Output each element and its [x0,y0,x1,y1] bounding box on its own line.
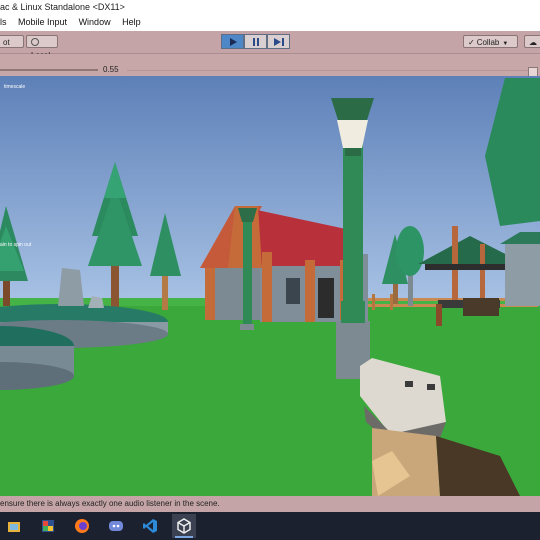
pivot-label: ot [3,38,10,47]
taskbar-firefox[interactable] [70,514,94,538]
menu-bar: ls Mobile Input Window Help [0,14,540,31]
firefox-icon [75,519,89,533]
globe-icon [31,38,39,46]
game-scene [0,76,540,496]
discord-icon [109,521,123,531]
window-title: ac & Linux Standalone <DX11> [0,2,125,12]
taskbar-unity[interactable] [172,514,196,538]
chevron-down-icon: ▼ [502,41,509,47]
step-icon [273,37,284,46]
taskbar [0,512,540,540]
play-icon [229,37,237,46]
game-view-header: 0.55 [0,54,540,77]
step-button[interactable] [267,34,290,49]
cloud-icon: ☁ [529,38,537,47]
hint-overlay: ain to spin out [0,242,32,248]
taskbar-file-explorer[interactable] [2,514,26,538]
collab-label: Collab [476,38,500,47]
unity-icon [177,518,191,534]
status-bar: ensure there is always exactly one audio… [0,496,540,512]
pivot-toggle[interactable]: ot [0,35,24,48]
timescale-slider[interactable] [0,69,98,71]
cloud-button[interactable]: ☁ [524,35,540,48]
taskbar-vscode[interactable] [138,514,162,538]
paint-icon [42,520,54,532]
header-divider [127,70,530,71]
pause-button[interactable] [244,34,267,49]
status-message: ensure there is always exactly one audio… [0,499,220,508]
window-titlebar: ac & Linux Standalone <DX11> [0,0,540,14]
menu-item-mobile-input[interactable]: Mobile Input [18,14,67,31]
local-toggle[interactable]: Local [26,35,58,60]
check-icon: ✓ [468,38,475,47]
menu-item-help[interactable]: Help [122,14,141,31]
menu-item-window[interactable]: Window [79,14,111,31]
toolbar: ot Local ✓Collab▼ ☁ [0,31,540,60]
stone [58,268,84,306]
game-viewport[interactable]: timescale ain to spin out [0,76,540,496]
collab-dropdown[interactable]: ✓ Collab ▼ [463,35,518,48]
vscode-icon [143,519,157,533]
pause-icon [252,37,259,46]
play-button[interactable] [221,34,244,49]
active-indicator [175,536,193,538]
timescale-overlay: timescale [4,84,26,90]
taskbar-discord[interactable] [104,514,128,538]
menu-item-tools[interactable]: ls [0,14,7,31]
timescale-value: 0.55 [103,65,119,74]
shed [505,244,540,306]
taskbar-paint[interactable] [36,514,60,538]
file-explorer-icon [8,522,20,532]
